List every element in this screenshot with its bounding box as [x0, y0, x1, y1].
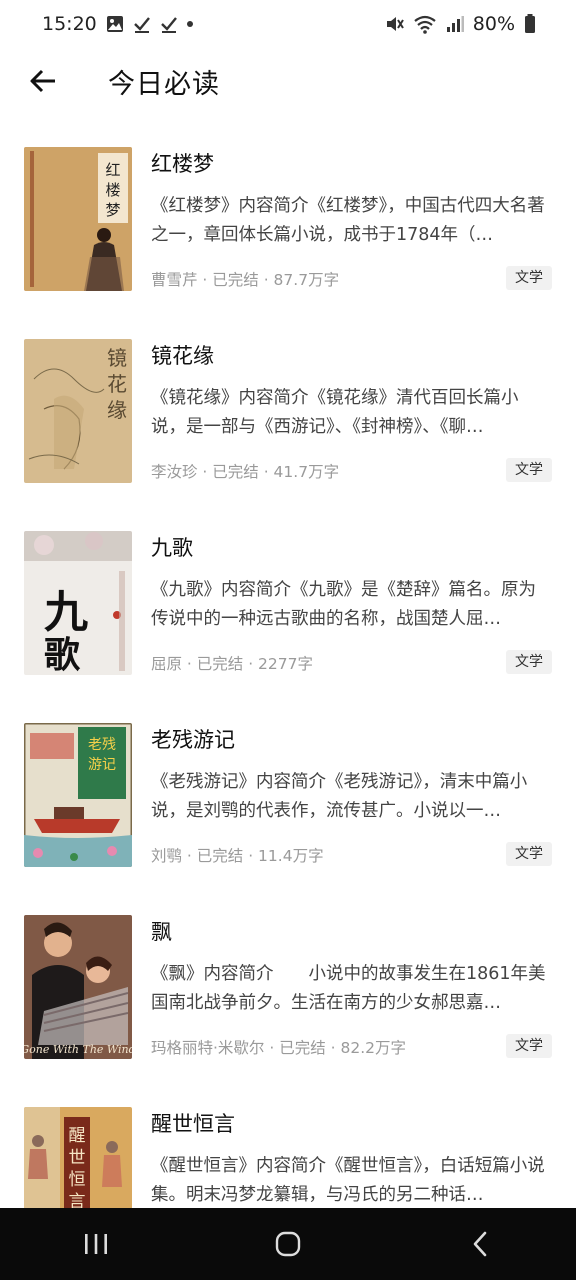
gallery-icon	[106, 15, 124, 33]
app-bar: 今日必读	[0, 50, 576, 114]
book-meta: 李汝珍 · 已完结 · 41.7万字	[151, 463, 340, 481]
svg-text:缘: 缘	[107, 398, 127, 422]
signal-icon	[446, 15, 464, 33]
book-cover[interactable]: Gone With The Wind	[24, 915, 132, 1059]
svg-text:九: 九	[44, 587, 88, 638]
book-title[interactable]: 飘	[151, 916, 172, 946]
category-tag: 文学	[506, 1034, 552, 1058]
status-bar: 15:20 80%	[0, 0, 576, 48]
mute-icon	[384, 14, 404, 34]
svg-text:楼: 楼	[105, 181, 120, 199]
dot-icon	[186, 21, 193, 27]
book-description: 《飘》内容简介 小说中的故事发生在1861年美国南北战争前夕。生活在南方的少女郝…	[151, 964, 546, 1013]
book-item-piao[interactable]: Gone With The Wind 飘 《飘》内容简介 小说中的故事发生在18…	[0, 898, 576, 1068]
book-title[interactable]: 红楼梦	[151, 148, 214, 178]
book-meta: 刘鹗 · 已完结 · 11.4万字	[151, 847, 324, 865]
category-tag: 文学	[506, 458, 552, 482]
svg-text:梦: 梦	[105, 201, 120, 219]
back-nav-button[interactable]	[445, 1214, 515, 1274]
status-time: 15:20	[42, 13, 97, 35]
check-icon	[133, 15, 151, 33]
check-icon	[160, 15, 178, 33]
book-item-hongloumeng[interactable]: 红 楼 梦 红楼梦 《红楼梦》内容简介《红楼梦》，中国古代四大名著之一，章回体长…	[0, 130, 576, 300]
book-meta: 曹雪芹 · 已完结 · 87.7万字	[151, 271, 340, 289]
category-tag: 文学	[506, 650, 552, 674]
book-item-jiuge[interactable]: 九 歌 九歌 《九歌》内容简介《九歌》是《楚辞》篇名。原为传说中的一种远古歌曲的…	[0, 514, 576, 684]
svg-text:镜: 镜	[107, 346, 127, 370]
svg-text:歌: 歌	[44, 634, 81, 675]
book-description: 《九歌》内容简介《九歌》是《楚辞》篇名。原为传说中的一种远古歌曲的名称，战国楚人…	[151, 580, 536, 629]
book-item-laocanyouji[interactable]: 老残 游记 老残游记 《老残游记》内容简介《老残游记》，清末中篇小说，是刘鹗的代…	[0, 706, 576, 876]
svg-text:老残: 老残	[88, 737, 116, 753]
book-list: 红 楼 梦 红楼梦 《红楼梦》内容简介《红楼梦》，中国古代四大名著之一，章回体长…	[0, 130, 576, 1208]
system-nav-bar	[0, 1208, 576, 1280]
book-title[interactable]: 老残游记	[151, 724, 235, 754]
svg-text:醒: 醒	[69, 1126, 86, 1146]
book-title[interactable]: 镜花缘	[151, 340, 214, 370]
battery-text: 80%	[472, 13, 515, 35]
book-cover[interactable]: 红 楼 梦	[24, 147, 132, 291]
category-tag: 文学	[506, 842, 552, 866]
book-cover[interactable]: 老残 游记	[24, 723, 132, 867]
home-icon	[275, 1231, 301, 1257]
svg-text:花: 花	[107, 372, 127, 396]
book-description: 《镜花缘》内容简介《镜花缘》清代百回长篇小说，是一部与《西游记》、《封神榜》、《…	[151, 388, 519, 437]
svg-text:游记: 游记	[88, 757, 116, 773]
book-description: 《老残游记》内容简介《老残游记》，清末中篇小说，是刘鹗的代表作，流传甚广。小说以…	[151, 772, 528, 821]
home-button[interactable]	[253, 1214, 323, 1274]
back-button[interactable]	[26, 64, 60, 98]
battery-icon	[524, 14, 536, 34]
book-description: 《红楼梦》内容简介《红楼梦》，中国古代四大名著之一，章回体长篇小说，成书于178…	[151, 196, 545, 245]
book-cover[interactable]: 九 歌	[24, 531, 132, 675]
status-right: 80%	[384, 13, 536, 35]
book-meta: 玛格丽特·米歇尔 · 已完结 · 82.2万字	[151, 1039, 407, 1057]
book-cover[interactable]: 镜 花 缘	[24, 339, 132, 483]
book-title[interactable]: 九歌	[151, 532, 193, 562]
recent-apps-button[interactable]	[61, 1214, 131, 1274]
svg-text:恒: 恒	[69, 1170, 86, 1190]
book-item-jinghuayuan[interactable]: 镜 花 缘 镜花缘 《镜花缘》内容简介《镜花缘》清代百回长篇小说，是一部与《西游…	[0, 322, 576, 492]
status-left: 15:20	[42, 13, 193, 35]
svg-text:世: 世	[69, 1148, 86, 1168]
page-title: 今日必读	[108, 69, 220, 100]
category-tag: 文学	[506, 266, 552, 290]
book-cover[interactable]: 醒 世 恒 言	[24, 1107, 132, 1208]
book-meta: 屈原 · 已完结 · 2277字	[151, 655, 314, 673]
book-description: 《醒世恒言》内容简介《醒世恒言》，白话短篇小说集。明末冯梦龙纂辑，与冯氏的另二种…	[151, 1156, 545, 1205]
arrow-left-icon	[30, 69, 55, 93]
svg-text:Gone With The Wind: Gone With The Wind	[24, 1043, 132, 1056]
wifi-icon	[413, 14, 437, 34]
book-title[interactable]: 醒世恒言	[151, 1108, 235, 1138]
back-nav-icon	[473, 1231, 487, 1257]
svg-text:红: 红	[105, 161, 120, 179]
recent-apps-icon	[85, 1234, 107, 1254]
svg-text:言: 言	[69, 1192, 86, 1208]
book-item-xingshihengyan[interactable]: 醒 世 恒 言 醒世恒言 《醒世恒言》内容简介《醒世恒言》，白话短篇小说集。明末…	[0, 1090, 576, 1208]
